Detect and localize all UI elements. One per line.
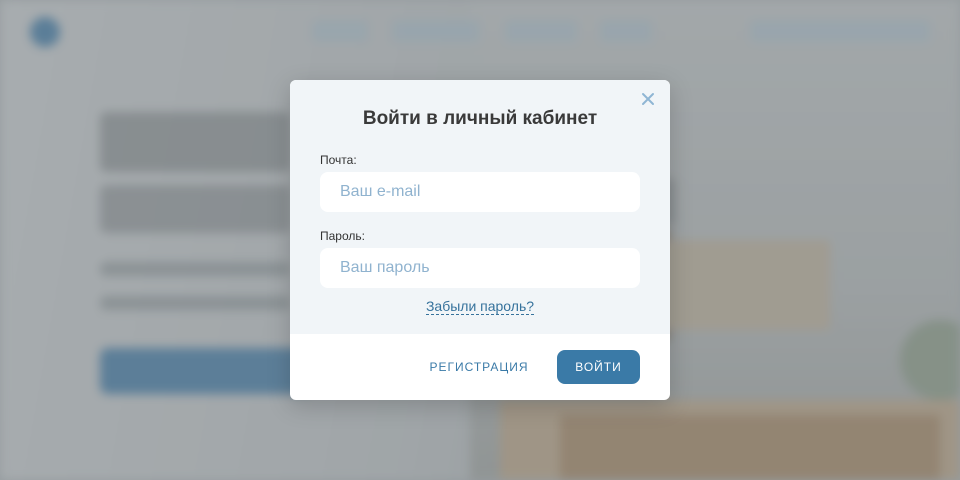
- register-button[interactable]: РЕГИСТРАЦИЯ: [424, 350, 534, 384]
- email-field[interactable]: [320, 172, 640, 212]
- password-field[interactable]: [320, 248, 640, 288]
- modal-title: Войти в личный кабинет: [362, 108, 598, 129]
- email-label: Почта:: [320, 153, 357, 167]
- forgot-password-label: Забыли пароль?: [425, 298, 535, 315]
- login-modal-body: Войти в личный кабинет Почта: Пароль: За…: [290, 80, 670, 334]
- login-modal: Войти в личный кабинет Почта: Пароль: За…: [290, 80, 670, 400]
- forgot-password-link[interactable]: Забыли пароль?: [290, 298, 670, 315]
- close-icon[interactable]: [640, 91, 656, 107]
- login-button[interactable]: ВОЙТИ: [557, 350, 640, 384]
- password-label: Пароль:: [320, 229, 365, 243]
